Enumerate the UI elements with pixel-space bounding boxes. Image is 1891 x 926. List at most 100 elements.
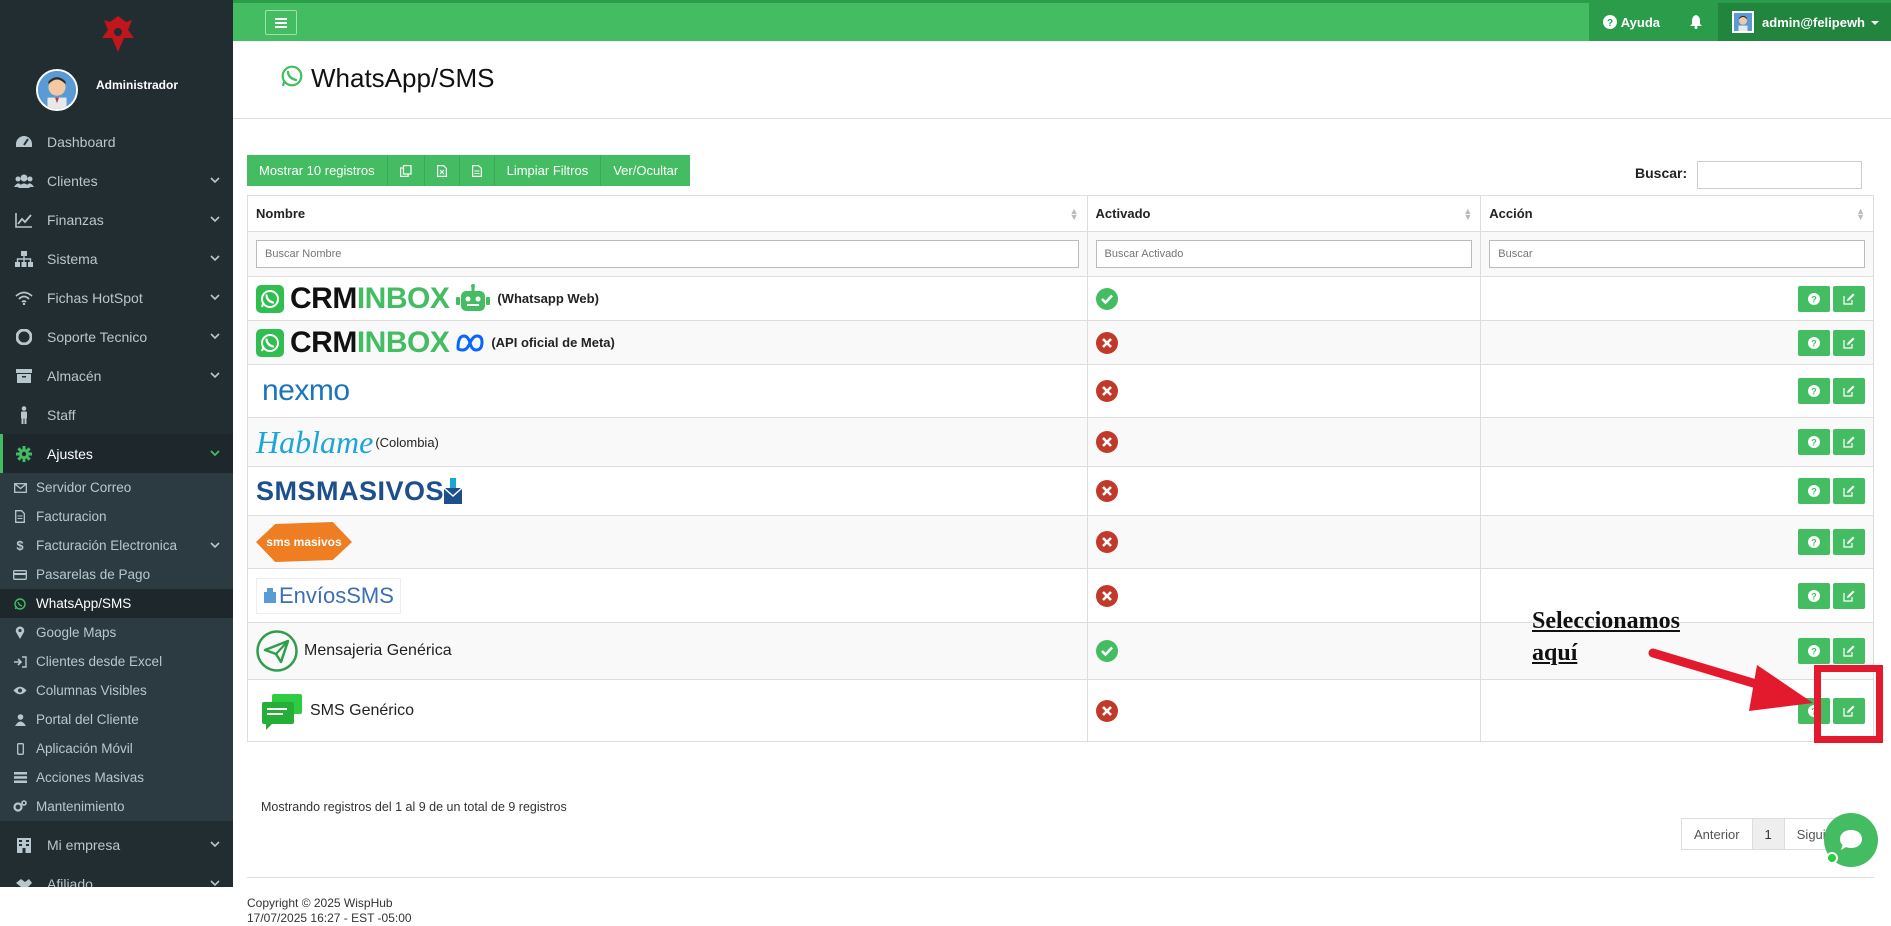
sidebar-item-mi-empresa[interactable]: Mi empresa <box>0 825 233 864</box>
sort-icon: ▲ ▼ <box>1069 206 1079 222</box>
chevron-down-icon <box>209 446 221 462</box>
help-row-button[interactable]: ? <box>1798 478 1830 504</box>
sidebar-item-label: Staff <box>47 406 76 423</box>
chat-bubbles-icon <box>262 693 302 730</box>
check-circle-icon <box>1095 287 1473 310</box>
actions-cell: ? <box>1480 276 1874 321</box>
notifications-button[interactable] <box>1674 3 1719 41</box>
file-icon <box>12 510 28 524</box>
sidebar-item-label: Ajustes <box>47 445 93 462</box>
sidebar-subitem-google-maps[interactable]: Google Maps <box>0 618 233 647</box>
pagination-prev[interactable]: Anterior <box>1682 819 1753 849</box>
chevron-down-icon <box>209 212 221 228</box>
show-records-button[interactable]: Mostrar 10 registros <box>247 155 388 186</box>
column-header-nombre[interactable]: Nombre ▲ ▼ <box>247 195 1088 232</box>
provider-extra: (Colombia) <box>375 434 439 450</box>
table-row: CRMINBOX (Whatsapp Web) ? <box>247 276 1874 321</box>
envelope-icon <box>12 481 28 495</box>
mobile-icon <box>12 742 28 756</box>
footer-divider <box>247 877 1874 878</box>
pagination-page[interactable]: 1 <box>1752 819 1785 849</box>
wifi-icon <box>13 288 35 308</box>
sidebar-item-afiliado[interactable]: Afiliado <box>0 864 233 887</box>
chevron-down-icon <box>209 290 221 306</box>
column-header-label: Nombre <box>256 206 306 221</box>
copy-button[interactable] <box>387 155 425 186</box>
edit-button[interactable] <box>1833 329 1865 356</box>
edit-button[interactable] <box>1833 638 1865 664</box>
user-menu-button[interactable]: admin@felipewh <box>1718 3 1891 41</box>
sidebar-item-soporte-tecnico[interactable]: Soporte Tecnico <box>0 317 233 356</box>
sidebar-subitem-mantenimiento[interactable]: Mantenimiento <box>0 792 233 821</box>
sidebar-item-label: Almacén <box>47 367 102 384</box>
sidebar-subitem-clientes-desde-excel[interactable]: Clientes desde Excel <box>0 647 233 676</box>
tasks-icon <box>12 771 28 785</box>
top-navbar: ? Ayuda admin@felipewh <box>233 0 1891 41</box>
hamburger-icon <box>275 17 287 28</box>
topbar-right: ? Ayuda admin@felipewh <box>1588 3 1891 41</box>
help-row-button[interactable]: ? <box>1798 329 1830 356</box>
status-cell <box>1086 417 1482 467</box>
edit-button[interactable] <box>1833 478 1865 504</box>
clear-filters-button[interactable]: Limpiar Filtros <box>494 155 602 186</box>
sidebar-subitem-facturacion[interactable]: Facturacion <box>0 502 233 531</box>
sidebar-item-dashboard[interactable]: Dashboard <box>0 122 233 161</box>
excel-export-button[interactable] <box>424 155 460 186</box>
filter-accion-input[interactable] <box>1489 240 1865 268</box>
edit-button[interactable] <box>1833 582 1865 609</box>
pdf-export-button[interactable] <box>459 155 495 186</box>
crminbox-logo: CRMINBOX <box>290 326 450 360</box>
sidebar-item-ajustes[interactable]: Ajustes <box>0 434 233 473</box>
help-row-button[interactable]: ? <box>1798 582 1830 609</box>
edit-button[interactable] <box>1833 429 1865 455</box>
sidebar-subitem-columnas-visibles[interactable]: Columnas Visibles <box>0 676 233 705</box>
sidebar-subitem-facturacion-electronica[interactable]: $ Facturación Electronica <box>0 531 233 560</box>
sidebar-subitem-label: Aplicación Móvil <box>36 741 133 756</box>
sidebar-item-almacen[interactable]: Almacén <box>0 356 233 395</box>
sidebar-subitem-label: Columnas Visibles <box>36 683 147 698</box>
sidebar-subitem-acciones-masivas[interactable]: Acciones Masivas <box>0 763 233 792</box>
help-row-button[interactable]: ? <box>1798 285 1830 312</box>
times-circle-icon <box>1095 584 1473 607</box>
filter-nombre-input[interactable] <box>256 240 1079 268</box>
toggle-columns-button[interactable]: Ver/Ocultar <box>601 155 691 186</box>
chat-bubble-icon <box>1840 830 1862 850</box>
sidebar-item-finanzas[interactable]: Finanzas <box>0 200 233 239</box>
sidebar-subitem-label: Facturacion <box>36 509 107 524</box>
filter-activado-input[interactable] <box>1095 240 1473 268</box>
column-header-accion[interactable]: Acción ▲ ▼ <box>1480 195 1874 232</box>
archive-icon <box>13 366 35 386</box>
status-cell <box>1086 320 1482 365</box>
help-row-button[interactable]: ? <box>1798 429 1830 455</box>
times-circle-icon <box>1095 331 1473 354</box>
sidebar-subitem-servidor-correo[interactable]: Servidor Correo <box>0 473 233 502</box>
envios-sms-icon <box>264 587 276 603</box>
sidebar-subitem-portal-del-cliente[interactable]: Portal del Cliente <box>0 705 233 734</box>
search-input[interactable] <box>1697 161 1862 189</box>
edit-icon <box>1843 436 1855 448</box>
edit-button[interactable] <box>1833 529 1865 555</box>
help-row-button[interactable]: ? <box>1798 529 1830 555</box>
help-button[interactable]: ? Ayuda <box>1588 3 1675 41</box>
sidebar-toggle-button[interactable] <box>265 10 297 35</box>
edit-button[interactable] <box>1833 378 1865 404</box>
avatar[interactable] <box>36 69 78 111</box>
sidebar-item-clientes[interactable]: Clientes <box>0 161 233 200</box>
help-row-button[interactable]: ? <box>1798 378 1830 404</box>
sidebar-subitem-whatsapp-sms[interactable]: WhatsApp/SMS <box>0 589 233 618</box>
filter-cell <box>1480 231 1874 277</box>
column-header-activado[interactable]: Activado ▲ ▼ <box>1086 195 1482 232</box>
sidebar: Administrador Dashboard Clientes Finanza… <box>0 0 233 887</box>
svg-text:?: ? <box>1607 18 1613 29</box>
sidebar-subitem-pasarelas-de-pago[interactable]: Pasarelas de Pago <box>0 560 233 589</box>
sidebar-item-staff[interactable]: Staff <box>0 395 233 434</box>
chart-line-icon <box>13 210 35 230</box>
edit-button[interactable] <box>1833 285 1865 312</box>
page-header: WhatsApp/SMS <box>233 41 1891 119</box>
file-excel-icon <box>436 164 447 177</box>
sidebar-item-sistema[interactable]: Sistema <box>0 239 233 278</box>
sort-icon: ▲ ▼ <box>1856 206 1865 222</box>
sidebar-subitem-aplicacion-movil[interactable]: Aplicación Móvil <box>0 734 233 763</box>
sidebar-item-fichas-hotspot[interactable]: Fichas HotSpot <box>0 278 233 317</box>
sidebar-item-label: Finanzas <box>47 211 104 228</box>
